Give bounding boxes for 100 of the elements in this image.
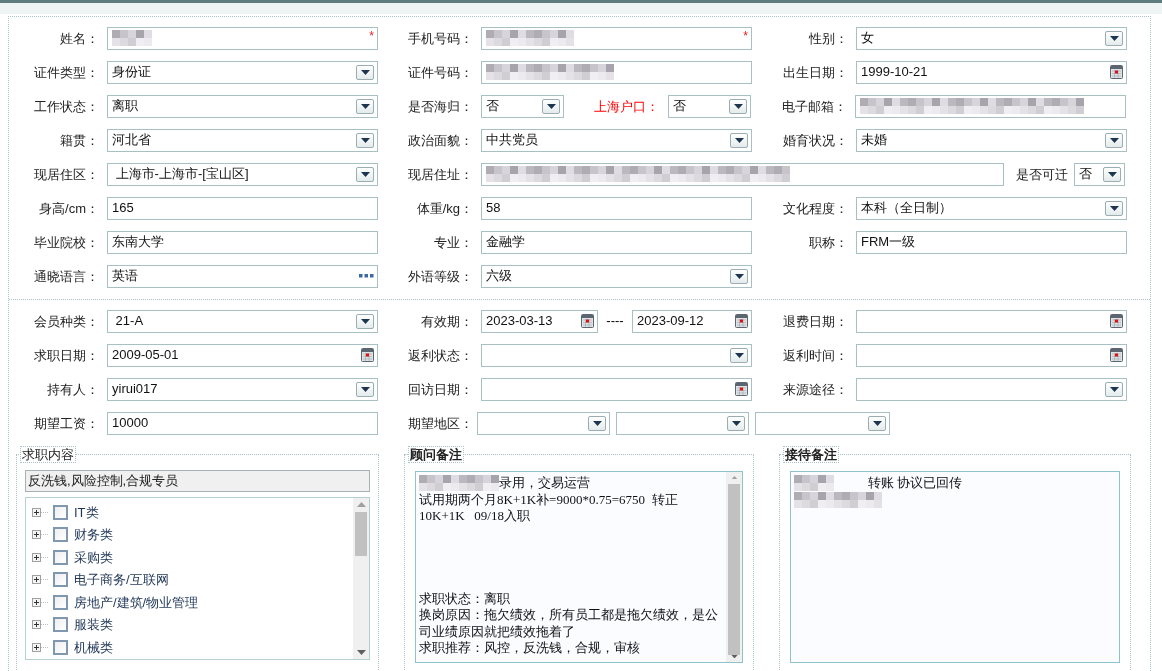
field-label: 专业： [434, 235, 473, 250]
expand-icon[interactable] [32, 620, 49, 630]
scroll-down-icon[interactable] [356, 650, 366, 655]
select-field[interactable]: 离职 [107, 94, 378, 118]
input-field[interactable]: * [107, 26, 378, 50]
dropdown-button[interactable] [730, 347, 748, 363]
scrollbar[interactable] [726, 472, 742, 662]
dropdown-button[interactable] [1103, 166, 1121, 182]
date-field[interactable] [481, 377, 752, 401]
input-field[interactable]: 165 [107, 196, 378, 220]
date-field[interactable] [856, 309, 1127, 333]
date-field[interactable]: 1999-10-21 [856, 60, 1127, 84]
input-field[interactable] [481, 162, 1004, 186]
dropdown-button[interactable] [542, 98, 560, 114]
tree-item[interactable]: IT类 [74, 502, 99, 522]
select-field[interactable]: 否 [668, 94, 751, 118]
expand-icon[interactable] [32, 552, 49, 562]
dropdown-button[interactable] [356, 381, 374, 397]
tree-item[interactable]: 财务类 [74, 525, 113, 545]
select-field[interactable]: 否 [1074, 162, 1125, 186]
tree-item[interactable]: 采购类 [74, 547, 113, 567]
select-field[interactable]: 本科（全日制） [856, 196, 1127, 220]
field-label: 证件类型： [34, 65, 99, 80]
select-field[interactable]: 上海市-上海市-[宝山区] [107, 162, 378, 186]
calendar-icon[interactable] [1110, 314, 1123, 328]
select-field[interactable]: 六级 [481, 264, 752, 288]
dropdown-button[interactable] [588, 415, 606, 431]
note-line: 换岗原因：拖欠绩效，所有员工都是拖欠绩效，是公司业绩原因就把绩效拖着了 [419, 607, 719, 640]
select-field[interactable]: 女 [856, 26, 1127, 50]
input-field[interactable]: 58 [481, 196, 752, 220]
checkbox[interactable] [53, 594, 68, 610]
select-field[interactable]: 否 [481, 94, 564, 118]
input-field[interactable]: 金融学 [481, 230, 752, 254]
dropdown-button[interactable] [1105, 30, 1123, 46]
calendar-icon[interactable] [1110, 65, 1123, 79]
more-icon[interactable] [359, 274, 374, 278]
dropdown-button[interactable] [1105, 132, 1123, 148]
calendar-icon[interactable] [735, 314, 748, 328]
dropdown-button[interactable] [730, 268, 748, 284]
dropdown-button[interactable] [356, 98, 374, 114]
select-field[interactable] [477, 411, 610, 435]
calendar-icon[interactable] [735, 382, 748, 396]
expand-icon[interactable] [32, 597, 49, 607]
input-field[interactable]: * [481, 26, 752, 50]
date-field[interactable]: 2023-09-12 [632, 309, 752, 333]
input-field[interactable]: 英语 [107, 264, 378, 288]
scrollbar-thumb[interactable] [728, 484, 740, 655]
dropdown-button[interactable] [356, 166, 374, 182]
select-field[interactable] [481, 343, 752, 367]
dropdown-button[interactable] [730, 132, 748, 148]
input-field[interactable]: 10000 [107, 411, 378, 435]
select-field[interactable]: 中共党员 [481, 128, 752, 152]
scrollbar[interactable] [353, 498, 369, 659]
tree-item[interactable]: 机械类 [74, 637, 113, 657]
dropdown-button[interactable] [868, 415, 886, 431]
dropdown-button[interactable] [1105, 200, 1123, 216]
select-field[interactable]: yirui017 [107, 377, 378, 401]
date-field[interactable] [856, 343, 1127, 367]
input-field[interactable] [481, 60, 752, 84]
dropdown-button[interactable] [1105, 381, 1123, 397]
notes-textarea[interactable]: 录用，交易运营 试用期两个月8K+1K补=9000*0.75=6750 转正 10K+1K 09/18入职 求职状态：离职 换岗原因：拖欠绩效，所有员工都是拖欠绩效，是公司业绩原因就把绩效拖着了 求职推荐：风控，反洗钱，合规，审核 [415, 471, 743, 663]
input-field[interactable]: 东南大学 [107, 230, 378, 254]
field-label: 性别： [809, 31, 848, 46]
checkbox[interactable] [53, 504, 68, 520]
select-field[interactable] [755, 411, 890, 435]
expand-icon[interactable] [32, 507, 49, 517]
dropdown-button[interactable] [356, 132, 374, 148]
calendar-icon[interactable] [361, 348, 374, 362]
checkbox[interactable] [53, 527, 68, 543]
checkbox[interactable] [53, 572, 68, 588]
select-field[interactable] [856, 377, 1127, 401]
tree-item[interactable]: 电子商务/互联网 [74, 570, 169, 590]
select-field[interactable]: 21-A [107, 309, 378, 333]
checkbox[interactable] [53, 549, 68, 565]
checkbox[interactable] [53, 639, 68, 655]
date-field[interactable]: 2009-05-01 [107, 343, 378, 367]
input-field[interactable] [855, 94, 1126, 118]
date-field[interactable]: 2023-03-13 [481, 309, 598, 333]
tree-item[interactable]: 服装类 [74, 615, 113, 635]
select-field[interactable]: 河北省 [107, 128, 378, 152]
expand-icon[interactable] [32, 642, 49, 652]
tree-item[interactable]: 房地产/建筑/物业管理 [74, 592, 199, 612]
calendar-icon[interactable] [1110, 348, 1123, 362]
checkbox[interactable] [53, 617, 68, 633]
select-field[interactable]: 身份证 [107, 60, 378, 84]
expand-icon[interactable] [32, 575, 49, 585]
dropdown-button[interactable] [729, 98, 747, 114]
caret-icon [734, 352, 744, 358]
select-field[interactable] [616, 411, 749, 435]
expand-icon[interactable] [32, 530, 49, 540]
notes-textarea[interactable]: 转账 协议已回传 [790, 471, 1120, 663]
dropdown-button[interactable] [356, 64, 374, 80]
scrollbar-thumb[interactable] [355, 512, 367, 556]
caret-icon [360, 137, 370, 143]
input-field[interactable]: FRM一级 [856, 230, 1127, 254]
calendar-icon[interactable] [581, 314, 594, 328]
dropdown-button[interactable] [356, 313, 374, 329]
select-field[interactable]: 未婚 [856, 128, 1127, 152]
dropdown-button[interactable] [727, 415, 745, 431]
field-label: 籍贯： [60, 133, 99, 148]
